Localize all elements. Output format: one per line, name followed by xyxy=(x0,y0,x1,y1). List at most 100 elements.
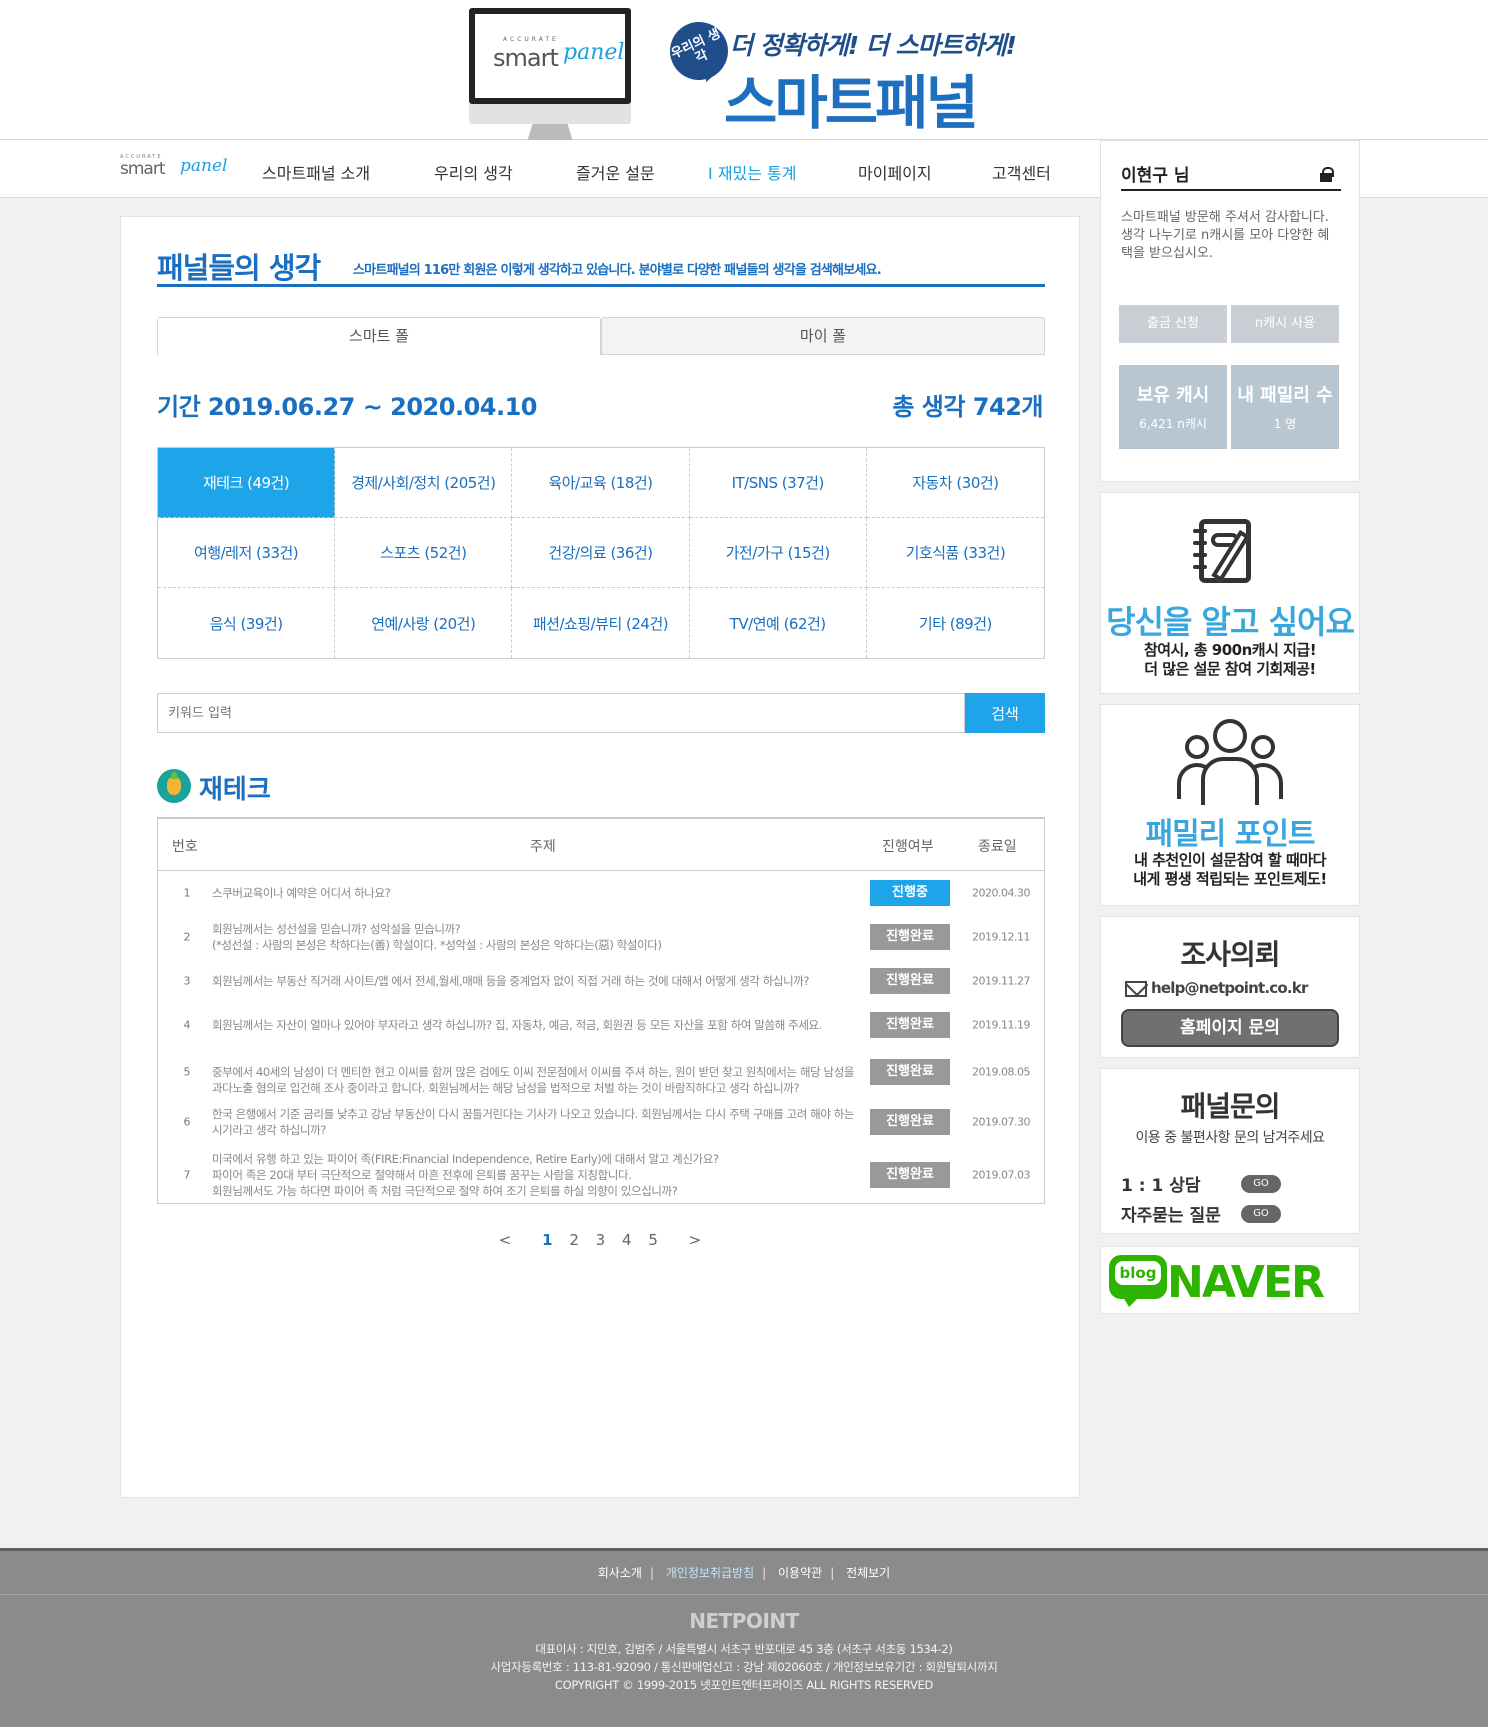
status-badge[interactable]: 진행완료 xyxy=(870,1162,950,1188)
naver-logo: NAVER xyxy=(1167,1257,1325,1308)
category-travel[interactable]: 여행/레저 (33건) xyxy=(158,518,336,588)
category-food[interactable]: 음식 (39건) xyxy=(158,588,336,658)
user-name: 이현구 님 xyxy=(1121,166,1190,186)
row-date: 2019.07.03 xyxy=(972,1168,1030,1182)
nav-item-intro[interactable]: 스마트패널 소개 xyxy=(262,160,370,184)
nav-item-statistics[interactable]: I 재밌는 통계 xyxy=(708,160,797,184)
one-on-one-go-button[interactable]: GO xyxy=(1241,1175,1281,1193)
category-fashion[interactable]: 패션/쇼핑/뷰티 (24건) xyxy=(512,588,690,658)
footer-link-all[interactable]: 전체보기 xyxy=(846,1566,890,1580)
page-link-2[interactable]: 2 xyxy=(569,1231,579,1249)
lock-icon[interactable] xyxy=(1319,167,1334,182)
category-luxury-food[interactable]: 기호식품 (33건) xyxy=(866,518,1044,588)
page-link-5[interactable]: 5 xyxy=(648,1231,658,1249)
user-box: 이현구 님 스마트패널 방문해 주셔서 감사합니다. 생각 나누기로 n캐시를 … xyxy=(1100,140,1360,482)
category-sports[interactable]: 스포츠 (52건) xyxy=(335,518,513,588)
row-subject[interactable]: 미국에서 유행 하고 있는 파이어 족(FIRE:Financial Indep… xyxy=(212,1151,862,1199)
footer-company-info: 대표이사 : 지민호, 김범주 / 서울특별시 서초구 반포대로 45 3층 (… xyxy=(535,1642,953,1656)
status-badge[interactable]: 진행완료 xyxy=(870,1109,950,1135)
faq-go-button[interactable]: GO xyxy=(1241,1205,1281,1223)
page-link-4[interactable]: 4 xyxy=(622,1231,632,1249)
prev-page-button[interactable]: < xyxy=(499,1231,512,1249)
status-badge[interactable]: 진행완료 xyxy=(870,1059,950,1085)
table-row[interactable]: 7 미국에서 유행 하고 있는 파이어 족(FIRE:Financial Ind… xyxy=(158,1147,1044,1203)
status-badge[interactable]: 진행완료 xyxy=(870,1012,950,1038)
use-ncash-button[interactable]: n캐시 사용 xyxy=(1231,305,1339,343)
person-head xyxy=(1185,735,1209,759)
cash-stat-value: 6,421 n캐시 xyxy=(1139,417,1207,431)
footer-link-company[interactable]: 회사소개 xyxy=(598,1566,642,1580)
search-button[interactable]: 검색 xyxy=(965,693,1045,733)
panel-inquiry-box: 패널문의 이용 중 불편사항 문의 남겨주세요 1 : 1 상담 GO 자주묻는… xyxy=(1100,1068,1360,1234)
notebook-ring xyxy=(1193,541,1207,545)
table-row[interactable]: 6 한국 은행에서 기준 금리를 낮추고 강남 부동산이 다시 꿈틀거린다는 기… xyxy=(158,1097,1044,1147)
footer-separator: | xyxy=(649,1566,654,1580)
category-economy[interactable]: 경제/사회/정치 (205건) xyxy=(335,448,513,518)
pineapple-icon xyxy=(157,769,191,803)
footer-link-privacy[interactable]: 개인정보취급방침 xyxy=(666,1566,754,1580)
row-subject[interactable]: 회원님께서는 자산이 얼마나 있어야 부자라고 생각 하십니까? 집, 자동차,… xyxy=(212,1017,862,1033)
status-badge[interactable]: 진행중 xyxy=(870,880,950,906)
family-point-desc-2: 내게 평생 적립되는 포인트제도! xyxy=(1133,870,1327,888)
tab-smart-poll[interactable]: 스마트 폴 xyxy=(157,317,601,355)
nav-item-our-thought[interactable]: 우리의 생각 xyxy=(434,160,513,184)
category-it[interactable]: IT/SNS (37건) xyxy=(689,448,867,518)
withdraw-button[interactable]: 출금 신청 xyxy=(1119,305,1227,343)
period-label: 기간 2019.06.27 ~ 2020.04.10 xyxy=(157,393,538,421)
category-car[interactable]: 자동차 (30건) xyxy=(866,448,1044,518)
row-subject[interactable]: 회원님께서는 성선설을 믿습니까? 성악설을 믿습니까? (*성선설 : 사람의… xyxy=(212,921,862,953)
footer-copyright: COPYRIGHT © 1999-2015 넷포인트엔터프라이즈 ALL RIG… xyxy=(554,1678,934,1692)
tab-my-poll[interactable]: 마이 폴 xyxy=(601,317,1045,355)
person-head xyxy=(1213,719,1247,753)
table-row[interactable]: 4 회원님께서는 자산이 얼마나 있어야 부자라고 생각 하십니까? 집, 자동… xyxy=(158,1003,1044,1047)
monitor-logo-sup: ACCURATE xyxy=(503,36,559,43)
poll-table: 번호 주제 진행여부 종료일 1 스쿠버교육이나 예약은 어디서 하나요? 진행… xyxy=(157,817,1045,1204)
status-badge[interactable]: 진행완료 xyxy=(870,924,950,950)
category-appliance[interactable]: 가전/가구 (15건) xyxy=(689,518,867,588)
nav-item-statistics-label: 재밌는 통계 xyxy=(717,164,797,183)
badge-tail xyxy=(706,66,718,82)
row-date: 2019.12.11 xyxy=(972,930,1030,944)
row-subject[interactable]: 중부에서 40세의 남성이 더 멘티한 현고 이씨를 함꺼 많은 검에도 이씨 … xyxy=(212,1048,862,1096)
footer-link-terms[interactable]: 이용약관 xyxy=(778,1566,822,1580)
family-point-banner[interactable]: 패밀리 포인트 내 추천인이 설문참여 할 때마다 내게 평생 적립되는 포인트… xyxy=(1100,704,1360,906)
nav-item-survey[interactable]: 즐거운 설문 xyxy=(576,160,655,184)
row-date: 2019.11.27 xyxy=(972,974,1030,988)
header-status: 진행여부 xyxy=(882,839,934,855)
mail-icon xyxy=(1125,981,1147,997)
contact-email[interactable]: help@netpoint.co.kr xyxy=(1151,979,1308,997)
next-page-button[interactable]: > xyxy=(689,1231,702,1249)
survey-request-title: 조사의뢰 xyxy=(1180,938,1280,971)
row-subject[interactable]: 회원님께서는 부동산 직거래 사이트/앱 에서 전세,월세,매매 등을 중계업자… xyxy=(212,973,862,989)
search-input[interactable] xyxy=(157,693,965,733)
naver-blog-banner[interactable]: blog NAVER xyxy=(1100,1246,1360,1314)
table-row[interactable]: 2 회원님께서는 성선설을 믿습니까? 성악설을 믿습니까? (*성선설 : 사… xyxy=(158,915,1044,959)
table-row[interactable]: 3 회원님께서는 부동산 직거래 사이트/앱 에서 전세,월세,매매 등을 중계… xyxy=(158,959,1044,1003)
nav-item-mypage[interactable]: 마이페이지 xyxy=(858,160,932,184)
category-tv[interactable]: TV/연예 (62건) xyxy=(690,588,867,658)
cash-stat: 보유 캐시 6,421 n캐시 xyxy=(1119,365,1227,449)
page-title: 패널들의 생각 xyxy=(157,251,321,285)
nav-item-customer-center[interactable]: 고객센터 xyxy=(992,160,1051,184)
header-subject: 주제 xyxy=(530,839,556,855)
know-you-banner[interactable]: 당신을 알고 싶어요 참여시, 총 900n캐시 지급! 더 많은 설문 참여 … xyxy=(1100,492,1360,694)
category-health[interactable]: 건강/의료 (36건) xyxy=(512,518,690,588)
status-badge[interactable]: 진행완료 xyxy=(870,968,950,994)
table-row[interactable]: 5 중부에서 40세의 남성이 더 멘티한 현고 이씨를 함꺼 많은 검에도 이… xyxy=(158,1047,1044,1097)
homepage-inquiry-button[interactable]: 홈페이지 문의 xyxy=(1121,1009,1339,1047)
category-love[interactable]: 연예/사랑 (20건) xyxy=(335,588,513,658)
footer-links: 회사소개 | 개인정보취급방침 | 이용약관 | 전체보기 xyxy=(0,1551,1488,1595)
category-finance[interactable]: 재테크 (49건) xyxy=(158,448,336,518)
category-parenting[interactable]: 육아/교육 (18건) xyxy=(512,448,690,518)
table-row[interactable]: 1 스쿠버교육이나 예약은 어디서 하나요? 진행중 2020.04.30 xyxy=(158,871,1044,915)
page-link-3[interactable]: 3 xyxy=(596,1231,606,1249)
panel-inquiry-desc: 이용 중 불편사항 문의 남겨주세요 xyxy=(1135,1130,1325,1146)
know-you-title: 당신을 알고 싶어요 xyxy=(1106,603,1355,641)
family-point-title: 패밀리 포인트 xyxy=(1145,817,1315,852)
smartpanel-logo[interactable]: ACCURATE smart panel xyxy=(120,154,227,184)
category-etc[interactable]: 기타 (89건) xyxy=(867,588,1044,658)
notebook-ring xyxy=(1193,565,1207,569)
row-subject[interactable]: 한국 은행에서 기준 금리를 낮추고 강남 부동산이 다시 꿈틀거린다는 기사가… xyxy=(212,1106,862,1138)
row-subject[interactable]: 스쿠버교육이나 예약은 어디서 하나요? xyxy=(212,885,862,901)
page-link-1[interactable]: 1 xyxy=(542,1231,552,1249)
